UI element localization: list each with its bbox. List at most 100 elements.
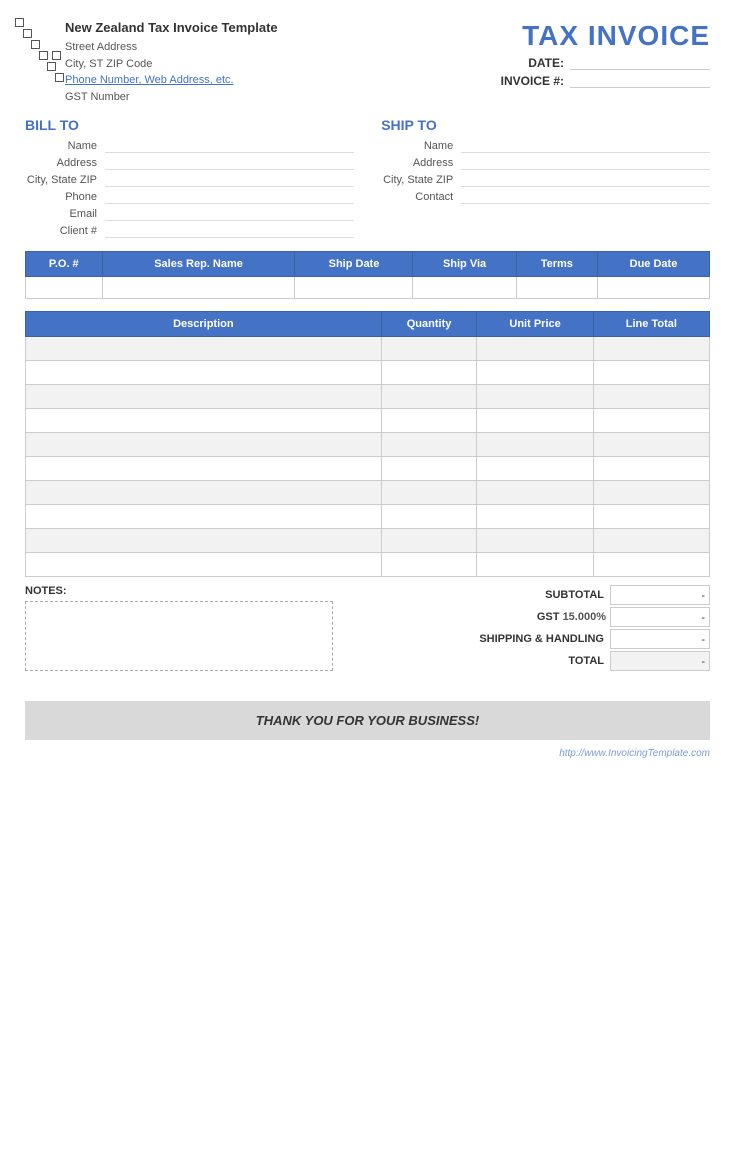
- item-total: [593, 457, 709, 481]
- notes-box: [25, 601, 333, 671]
- bill-phone-value: [105, 190, 354, 204]
- item-price: [477, 529, 593, 553]
- item-total: [593, 505, 709, 529]
- bill-email-label: Email: [25, 208, 105, 220]
- bill-client-row: Client #: [25, 224, 354, 238]
- total-value: -: [610, 651, 710, 671]
- tax-invoice-title: TAX INVOICE: [522, 20, 710, 52]
- watermark: http://www.InvoicingTemplate.com: [25, 748, 710, 759]
- items-table: Description Quantity Unit Price Line Tot…: [25, 311, 710, 577]
- order-ship-date: [295, 277, 413, 299]
- ship-to-title: SHIP TO: [381, 117, 710, 133]
- item-price: [477, 505, 593, 529]
- bill-city-label: City, State ZIP: [25, 174, 105, 186]
- table-row: [26, 385, 710, 409]
- ship-city-row: City, State ZIP: [381, 173, 710, 187]
- item-price: [477, 385, 593, 409]
- table-row: [26, 505, 710, 529]
- date-value-field: [570, 56, 710, 70]
- bill-city-row: City, State ZIP: [25, 173, 354, 187]
- shipping-label: SHIPPING & HANDLING: [450, 633, 610, 645]
- ship-address-row: Address: [381, 156, 710, 170]
- order-sales-rep: [102, 277, 295, 299]
- bill-client-value: [105, 224, 354, 238]
- item-qty: [381, 553, 477, 577]
- item-desc: [26, 385, 382, 409]
- bill-name-value: [105, 139, 354, 153]
- date-row: DATE:: [528, 56, 710, 70]
- bill-name-row: Name: [25, 139, 354, 153]
- item-desc: [26, 529, 382, 553]
- company-street: Street Address: [65, 39, 278, 56]
- subtotal-value: -: [610, 585, 710, 605]
- col-po: P.O. #: [26, 252, 103, 277]
- gst-label: GST 15.000%: [450, 611, 610, 623]
- company-city: City, ST ZIP Code: [65, 56, 278, 73]
- item-total: [593, 409, 709, 433]
- ship-name-row: Name: [381, 139, 710, 153]
- total-row: TOTAL -: [381, 651, 710, 671]
- ship-city-value: [461, 173, 710, 187]
- item-total: [593, 529, 709, 553]
- bottom-section: NOTES: SUBTOTAL - GST 15.000% - SHIPPING…: [25, 585, 710, 673]
- bill-address-value: [105, 156, 354, 170]
- footer-bar: THANK YOU FOR YOUR BUSINESS!: [25, 701, 710, 740]
- company-name: New Zealand Tax Invoice Template: [65, 20, 278, 35]
- item-price: [477, 433, 593, 457]
- item-qty: [381, 409, 477, 433]
- order-po: [26, 277, 103, 299]
- bill-client-label: Client #: [25, 225, 105, 237]
- invoice-title-section: TAX INVOICE DATE: INVOICE #:: [501, 20, 710, 88]
- invoice-page: New Zealand Tax Invoice Template Street …: [0, 0, 735, 1165]
- order-ship-via: [413, 277, 516, 299]
- ship-address-label: Address: [381, 157, 461, 169]
- bill-email-value: [105, 207, 354, 221]
- ship-name-value: [461, 139, 710, 153]
- col-ship-via: Ship Via: [413, 252, 516, 277]
- table-row: [26, 553, 710, 577]
- subtotal-row: SUBTOTAL -: [381, 585, 710, 605]
- ship-to-section: SHIP TO Name Address City, State ZIP Con…: [381, 117, 710, 241]
- item-qty: [381, 337, 477, 361]
- date-label: DATE:: [528, 56, 564, 70]
- order-table: P.O. # Sales Rep. Name Ship Date Ship Vi…: [25, 251, 710, 299]
- item-desc: [26, 409, 382, 433]
- table-row: [26, 409, 710, 433]
- item-total: [593, 481, 709, 505]
- order-due-date: [597, 277, 709, 299]
- ship-city-label: City, State ZIP: [381, 174, 461, 186]
- total-label: TOTAL: [450, 655, 610, 667]
- item-price: [477, 457, 593, 481]
- ship-name-label: Name: [381, 140, 461, 152]
- bill-to-title: BILL TO: [25, 117, 354, 133]
- order-row: [26, 277, 710, 299]
- item-qty: [381, 361, 477, 385]
- col-unit-price: Unit Price: [477, 312, 593, 337]
- col-due-date: Due Date: [597, 252, 709, 277]
- company-phone: Phone Number, Web Address, etc.: [65, 72, 278, 89]
- invoice-num-label: INVOICE #:: [501, 74, 564, 88]
- invoice-num-field: [570, 74, 710, 88]
- notes-label: NOTES:: [25, 585, 368, 597]
- item-total: [593, 361, 709, 385]
- col-terms: Terms: [516, 252, 597, 277]
- item-price: [477, 553, 593, 577]
- bill-email-row: Email: [25, 207, 354, 221]
- item-qty: [381, 505, 477, 529]
- item-desc: [26, 481, 382, 505]
- item-total: [593, 553, 709, 577]
- bill-phone-row: Phone: [25, 190, 354, 204]
- notes-section: NOTES:: [25, 585, 368, 671]
- item-desc: [26, 505, 382, 529]
- table-row: [26, 361, 710, 385]
- item-price: [477, 337, 593, 361]
- item-price: [477, 481, 593, 505]
- bill-ship-section: BILL TO Name Address City, State ZIP Pho…: [25, 117, 710, 241]
- item-desc: [26, 337, 382, 361]
- item-price: [477, 409, 593, 433]
- item-total: [593, 433, 709, 457]
- order-terms: [516, 277, 597, 299]
- table-row: [26, 529, 710, 553]
- ship-address-value: [461, 156, 710, 170]
- item-qty: [381, 457, 477, 481]
